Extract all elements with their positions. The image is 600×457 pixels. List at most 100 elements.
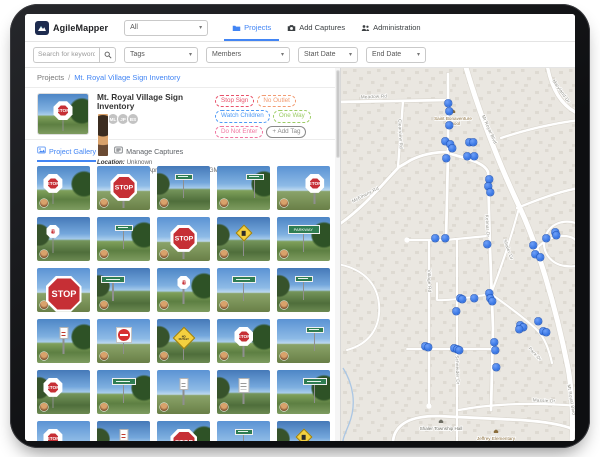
capture-marker[interactable] [443, 155, 450, 162]
capture-marker[interactable] [471, 153, 478, 160]
gallery-photo[interactable] [97, 421, 150, 441]
project-scope-select[interactable]: All ▾ [124, 20, 208, 36]
nav-item-administration[interactable]: Administration [353, 14, 429, 41]
chevron-down-icon: ▾ [199, 25, 202, 31]
gallery-photo[interactable] [217, 268, 270, 312]
gallery-photo[interactable]: STOP [37, 217, 90, 261]
gallery-photo[interactable]: NO OUTLET [157, 319, 210, 363]
capture-author-avatar [100, 199, 108, 207]
gallery-photo[interactable]: STOP [37, 370, 90, 414]
capture-marker[interactable] [487, 189, 494, 196]
capture-marker[interactable] [464, 153, 471, 160]
gallery-photo[interactable]: STOP [37, 268, 90, 312]
gallery-photo[interactable] [277, 370, 330, 414]
breadcrumb-projects-link[interactable]: Projects [37, 73, 64, 82]
gallery-photo[interactable]: STOP [157, 268, 210, 312]
search-button[interactable] [99, 47, 116, 63]
map-panel[interactable]: Meadow RdClearview RdMcElheny RdMt Royal… [340, 68, 575, 441]
tag-add-tag[interactable]: + Add Tag [266, 126, 306, 138]
capture-marker[interactable] [543, 235, 550, 242]
capture-marker[interactable] [491, 339, 498, 346]
tag-stop-sign[interactable]: Stop Sign [215, 95, 254, 107]
stop-sign: STOP [46, 276, 82, 312]
gallery-photo[interactable] [217, 217, 270, 261]
capture-marker[interactable] [449, 145, 456, 152]
gallery-photo[interactable] [217, 370, 270, 414]
poi-label-shaler-township-hall: Shaler Township Hall [420, 426, 463, 431]
gallery-photo[interactable] [37, 319, 90, 363]
capture-marker[interactable] [446, 122, 453, 129]
gallery-photo[interactable] [277, 319, 330, 363]
tag-one-way[interactable]: One Way [273, 110, 311, 122]
capture-marker[interactable] [446, 108, 453, 115]
tag-do-not-enter[interactable]: Do Not Enter [215, 126, 263, 138]
camera-icon [287, 24, 296, 32]
gallery-photo[interactable] [97, 268, 150, 312]
gallery-photo[interactable] [97, 319, 150, 363]
gallery-photo[interactable] [277, 421, 330, 441]
breadcrumb-separator: / [68, 73, 70, 82]
tags-dropdown[interactable]: Tags▾ [124, 47, 198, 63]
capture-marker[interactable] [553, 232, 560, 239]
capture-marker[interactable] [484, 241, 491, 248]
nav-item-add-captures[interactable]: Add Captures [279, 14, 353, 41]
capture-marker[interactable] [442, 235, 449, 242]
panel-scrollbar[interactable] [335, 68, 340, 441]
end-date-dropdown[interactable]: End Date▾ [366, 47, 426, 63]
capture-marker[interactable] [537, 254, 544, 261]
gallery-photo[interactable]: PARKWAY [277, 217, 330, 261]
members-dropdown[interactable]: Members▾ [206, 47, 290, 63]
street-sign [175, 174, 193, 180]
gallery-photo[interactable] [157, 166, 210, 210]
capture-marker[interactable] [425, 344, 432, 351]
gallery-photo[interactable]: STOP [157, 217, 210, 261]
street-sign [101, 276, 125, 283]
scrollbar-thumb[interactable] [336, 70, 340, 158]
tag-list: Stop SignNo OutletWatch ChildrenOne WayD… [215, 93, 332, 134]
capture-marker[interactable] [445, 100, 452, 107]
capture-marker[interactable] [486, 176, 493, 183]
street-sign [303, 378, 327, 385]
gallery-photo[interactable] [97, 217, 150, 261]
gallery-photo[interactable] [97, 370, 150, 414]
search-input[interactable] [33, 47, 99, 63]
nav-item-projects[interactable]: Projects [224, 14, 279, 41]
capture-marker[interactable] [516, 326, 523, 333]
breadcrumb-current-link[interactable]: Mt. Royal Village Sign Inventory [74, 73, 180, 82]
project-thumbnail[interactable]: STOP [37, 93, 89, 135]
capture-marker[interactable] [432, 235, 439, 242]
gallery-photo[interactable] [277, 268, 330, 312]
gallery-photo[interactable]: STOP [217, 319, 270, 363]
gallery-photo[interactable] [217, 166, 270, 210]
capture-marker[interactable] [456, 347, 463, 354]
capture-marker[interactable] [543, 329, 550, 336]
capture-marker[interactable] [489, 298, 496, 305]
capture-author-avatar [220, 403, 228, 411]
gallery-photo[interactable]: STOP [277, 166, 330, 210]
yellow-sign [235, 224, 252, 241]
tab-manage-captures[interactable]: Manage Captures [114, 140, 183, 162]
capture-marker[interactable] [453, 308, 460, 315]
capture-marker[interactable] [470, 139, 477, 146]
capture-marker[interactable] [492, 347, 499, 354]
capture-marker[interactable] [459, 296, 466, 303]
app-window: AgileMapper All ▾ ProjectsAdd CapturesAd… [25, 14, 575, 441]
gallery-photo[interactable]: STOP [97, 166, 150, 210]
gallery-photo[interactable]: STOP [157, 421, 210, 441]
gallery-photo[interactable]: STOP [37, 166, 90, 210]
capture-marker[interactable] [535, 318, 542, 325]
capture-marker[interactable] [493, 364, 500, 371]
dne-sign [116, 327, 132, 343]
tag-watch-children[interactable]: Watch Children [215, 110, 270, 122]
start-date-dropdown[interactable]: Start Date▾ [298, 47, 358, 63]
stop-sign: STOP [46, 225, 59, 238]
gallery-photo[interactable] [217, 421, 270, 441]
gallery-photo[interactable] [157, 370, 210, 414]
capture-marker[interactable] [530, 242, 537, 249]
capture-marker[interactable] [471, 295, 478, 302]
yellow-sign [295, 428, 312, 441]
gallery-photo[interactable]: STOP [37, 421, 90, 441]
stop-sign: STOP [43, 378, 62, 397]
tag-no-outlet[interactable]: No Outlet [257, 95, 296, 107]
tab-project-gallery[interactable]: Project Gallery [37, 140, 96, 162]
